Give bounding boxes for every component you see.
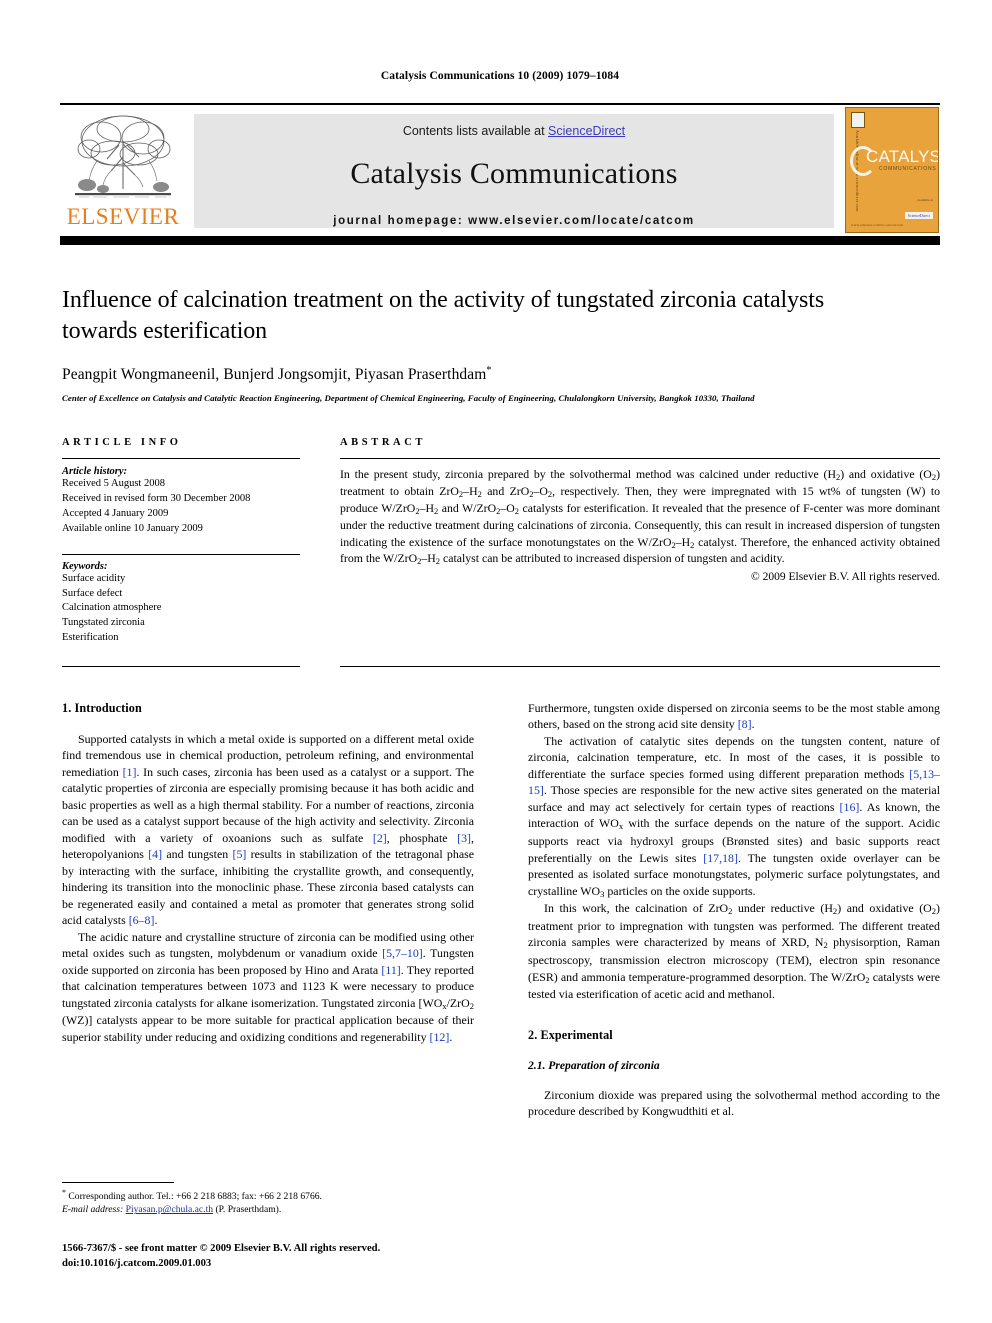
paragraph: Furthermore, tungsten oxide dispersed on… — [528, 701, 940, 732]
corresponding-author-note: * Corresponding author. Tel.: +66 2 218 … — [62, 1187, 474, 1203]
cover-sciencedirect-block: available at ScienceDirect — [904, 198, 933, 222]
paper-page: Catalysis Communications 10 (2009) 1079–… — [0, 0, 992, 1323]
imprint-line-doi: doi:10.1016/j.catcom.2009.01.003 — [62, 1257, 212, 1269]
author-list: Peangpit Wongmaneenil, Bunjerd Jongsomji… — [62, 365, 940, 384]
cover-subtitle: COMMUNICATIONS — [879, 166, 937, 172]
paragraph: Supported catalysts in which a metal oxi… — [62, 731, 475, 928]
page-title: Influence of calcination treatment on th… — [62, 287, 825, 344]
email-note: E-mail address: Piyasan.p@chula.ac.th (P… — [62, 1203, 474, 1216]
cover-sd-above: available at — [916, 198, 933, 202]
abstract-text: In the present study, zirconia prepared … — [340, 467, 940, 567]
elsevier-logo: ELSEVIER — [64, 111, 182, 233]
citation-ref[interactable]: [17,18] — [703, 851, 738, 865]
footnote-rule — [62, 1182, 174, 1183]
body-column-left: 1. Introduction Supported catalysts in w… — [62, 700, 474, 1045]
keywords-block: Keywords: Surface acidity Surface defect… — [62, 553, 300, 647]
citation-ref[interactable]: [4] — [148, 847, 162, 861]
keyword-item: Surface acidity — [62, 572, 126, 584]
corresponding-author-marker: * — [486, 365, 492, 377]
section-heading-experimental: 2. Experimental — [528, 1027, 613, 1042]
cover-elsevier-mark-icon — [851, 112, 865, 128]
body-column-right: Furthermore, tungsten oxide dispersed on… — [528, 700, 940, 1120]
keywords-rule — [62, 553, 300, 555]
cover-sciencedirect-badge: ScienceDirect — [904, 212, 933, 219]
elsevier-tree-icon — [75, 115, 171, 198]
journal-title: Catalysis Communications — [350, 157, 678, 190]
email-link[interactable]: Piyasan.p@chula.ac.th — [126, 1204, 213, 1215]
citation-ref[interactable]: [5] — [233, 847, 247, 861]
keyword-item: Esterification — [62, 632, 119, 644]
cover-title: CATALYSIS — [866, 147, 938, 166]
citation-ref[interactable]: [2] — [373, 831, 387, 845]
section-heading-introduction: 1. Introduction — [62, 701, 142, 715]
paragraph: The acidic nature and crystalline struct… — [62, 929, 475, 1044]
citation-ref[interactable]: [11] — [381, 963, 400, 977]
citation-ref[interactable]: [1] — [123, 765, 137, 779]
contents-available-line: Contents lists available at ScienceDirec… — [194, 114, 834, 138]
journal-cover-thumbnail[interactable]: Available online at www.sciencedirect.co… — [845, 107, 939, 233]
author-names: Peangpit Wongmaneenil, Bunjerd Jongsomji… — [62, 366, 487, 384]
journal-homepage[interactable]: journal homepage: www.elsevier.com/locat… — [194, 215, 834, 227]
corresponding-author-text: Corresponding author. Tel.: +66 2 218 68… — [68, 1191, 322, 1203]
masthead-panel: Contents lists available at ScienceDirec… — [194, 114, 834, 228]
article-history-label: Article history: — [62, 466, 128, 477]
email-owner: (P. Praserthdam). — [215, 1204, 282, 1216]
keyword-item: Surface defect — [62, 587, 123, 599]
imprint-block: 1566-7367/$ - see front matter © 2009 El… — [62, 1242, 492, 1271]
citation-ref[interactable]: [16] — [840, 800, 860, 814]
subsection-heading-preparation: 2.1. Preparation of zirconia — [528, 1058, 660, 1072]
citation-ref[interactable]: [12] — [430, 1030, 450, 1044]
copyright-line: © 2009 Elsevier B.V. All rights reserved… — [751, 571, 940, 584]
masthead-bottom-bar — [60, 236, 940, 245]
footnote-block: * Corresponding author. Tel.: +66 2 218 … — [62, 1182, 474, 1217]
right-column-divider — [340, 666, 940, 667]
citation-ref[interactable]: [8] — [738, 717, 752, 731]
footnote-star-marker: * — [62, 1188, 66, 1197]
keyword-item: Tungstated zirconia — [62, 617, 145, 629]
article-info-rule — [62, 458, 300, 459]
keywords-label: Keywords: — [62, 560, 108, 572]
abstract-rule — [340, 458, 940, 459]
article-info-heading: ARTICLE INFO — [62, 437, 182, 448]
paragraph: Zirconium dioxide was prepared using the… — [528, 1087, 940, 1119]
cover-bottom-url: www.elsevier.com/locate/catcom — [851, 223, 904, 227]
abstract-heading: ABSTRACT — [340, 437, 426, 448]
left-column-divider — [62, 666, 300, 667]
citation-ref[interactable]: [5,13–15] — [528, 767, 940, 797]
imprint-line-issn: 1566-7367/$ - see front matter © 2009 El… — [62, 1243, 381, 1254]
history-item: Accepted 4 January 2009 — [62, 507, 169, 519]
citation-ref[interactable]: [5,7–10] — [382, 946, 423, 960]
affiliation: Center of Excellence on Catalysis and Ca… — [62, 392, 755, 403]
history-item: Available online 10 January 2009 — [62, 522, 203, 534]
journal-masthead: ELSEVIER Contents lists available at Sci… — [60, 103, 940, 245]
article-info-column: ARTICLE INFO Article history: Received 5… — [62, 437, 300, 646]
history-item: Received 5 August 2008 — [62, 478, 165, 489]
citation-ref[interactable]: [3] — [457, 831, 471, 845]
contents-prefix: Contents lists available at — [402, 124, 549, 138]
history-item: Received in revised form 30 December 200… — [62, 492, 251, 504]
keyword-item: Calcination atmosphere — [62, 602, 162, 614]
elsevier-wordmark: ELSEVIER — [66, 204, 180, 229]
abstract-column: ABSTRACT In the present study, zirconia … — [340, 437, 940, 583]
paragraph: In this work, the calcination of ZrO2 un… — [528, 901, 941, 1002]
running-head: Catalysis Communications 10 (2009) 1079–… — [380, 70, 620, 82]
title-block: Influence of calcination treatment on th… — [62, 285, 940, 403]
sciencedirect-link[interactable]: ScienceDirect — [548, 124, 625, 138]
email-label: E-mail address: — [62, 1204, 124, 1216]
citation-ref[interactable]: [6–8] — [129, 913, 155, 927]
paragraph: The activation of catalytic sites depend… — [528, 733, 941, 899]
